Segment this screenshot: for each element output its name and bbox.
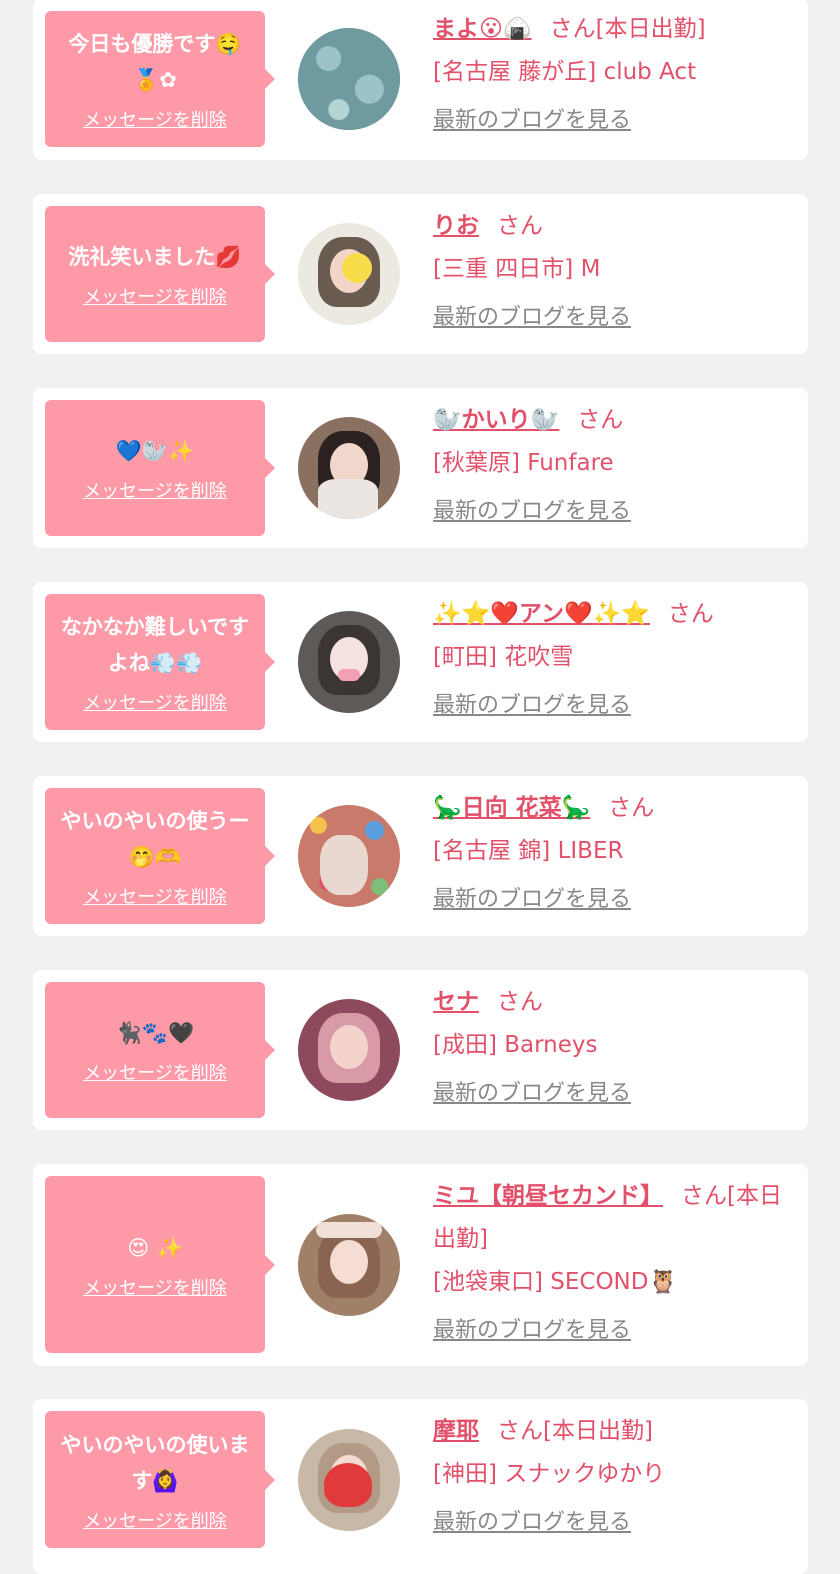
latest-blog-link[interactable]: 最新のブログを見る (433, 106, 631, 136)
cast-name-link[interactable]: ミユ【朝昼セカンド】 (433, 1183, 663, 1209)
latest-blog-link[interactable]: 最新のブログを見る (433, 1079, 631, 1109)
name-suffix: さん (608, 795, 655, 821)
shop-name: [名古屋 錦] LIBER (433, 838, 624, 864)
message-card: なかなか難しいですよね💨💨 メッセージを削除 ✨⭐❤️アン❤️✨⭐ さん [町田]… (33, 582, 808, 742)
cast-name-link[interactable]: まよ😮🍙 (433, 16, 532, 42)
message-card: 🐈‍⬛🐾🖤 メッセージを削除 セナ さん [成田] Barneys 最新のブログを… (33, 970, 808, 1130)
message-bubble: やいのやいの使います🙆‍♀️ メッセージを削除 (45, 1411, 275, 1548)
avatar[interactable] (298, 417, 400, 519)
latest-blog-link[interactable]: 最新のブログを見る (433, 1508, 631, 1538)
message-card: やいのやいの使うー🤭🫶 メッセージを削除 🦕日向 花菜🦕 さん [名古屋 錦] L… (33, 776, 808, 936)
message-text: 今日も優勝です🤤 🏅✿ (68, 32, 242, 92)
delete-message-link[interactable]: メッセージを削除 (83, 693, 227, 715)
latest-blog-link[interactable]: 最新のブログを見る (433, 1316, 631, 1346)
name-suffix: さん (577, 407, 624, 433)
message-text: 洗礼笑いました💋 (68, 245, 242, 269)
message-card: 洗礼笑いました💋 メッセージを削除 りお さん [三重 四日市] M 最新のブログ… (33, 194, 808, 354)
delete-message-link[interactable]: メッセージを削除 (83, 1278, 227, 1300)
message-card: やいのやいの使います🙆‍♀️ メッセージを削除 摩耶 さん[本日出勤] [神田] … (33, 1399, 808, 1574)
avatar[interactable] (298, 999, 400, 1101)
cast-name-link[interactable]: ✨⭐❤️アン❤️✨⭐ (433, 601, 650, 627)
message-bubble: 😍 ✨ メッセージを削除 (45, 1176, 275, 1353)
cast-name-link[interactable]: セナ (433, 989, 479, 1015)
profile-info: りお さん [三重 四日市] M 最新のブログを見る (433, 205, 798, 339)
shop-name: [神田] スナックゆかり (433, 1461, 666, 1487)
message-bubble: やいのやいの使うー🤭🫶 メッセージを削除 (45, 788, 275, 924)
delete-message-link[interactable]: メッセージを削除 (83, 1063, 227, 1085)
cast-name-link[interactable]: 摩耶 (433, 1418, 479, 1444)
delete-message-link[interactable]: メッセージを削除 (83, 887, 227, 909)
message-bubble: なかなか難しいですよね💨💨 メッセージを削除 (45, 594, 275, 730)
shop-name: [町田] 花吹雪 (433, 644, 574, 670)
delete-message-link[interactable]: メッセージを削除 (83, 110, 227, 132)
shop-name: [名古屋 藤が丘] club Act (433, 59, 697, 85)
message-bubble: 💙🦭✨ メッセージを削除 (45, 400, 275, 536)
message-bubble: 洗礼笑いました💋 メッセージを削除 (45, 206, 275, 342)
profile-info: ミユ【朝昼セカンド】 さん[本日出勤] [池袋東口] SECOND🦉 最新のブログ… (433, 1175, 798, 1352)
avatar[interactable] (298, 1429, 400, 1531)
delete-message-link[interactable]: メッセージを削除 (83, 481, 227, 503)
message-text: 😍 ✨ (127, 1235, 183, 1260)
name-suffix: さん (497, 989, 543, 1015)
message-text: なかなか難しいですよね💨💨 (60, 615, 250, 675)
delete-message-link[interactable]: メッセージを削除 (83, 1511, 227, 1533)
message-list: 今日も優勝です🤤 🏅✿ メッセージを削除 まよ😮🍙 さん[本日出勤] [名古屋 藤… (0, 0, 840, 1574)
avatar[interactable] (298, 1214, 400, 1316)
delete-message-link[interactable]: メッセージを削除 (83, 287, 227, 309)
shop-name: [三重 四日市] M (433, 256, 601, 282)
message-text: やいのやいの使います🙆‍♀️ (60, 1432, 250, 1493)
shop-name: [秋葉原] Funfare (433, 450, 614, 476)
profile-info: ✨⭐❤️アン❤️✨⭐ さん [町田] 花吹雪 最新のブログを見る (433, 593, 798, 727)
name-suffix: さん (667, 601, 714, 627)
avatar[interactable] (298, 223, 400, 325)
latest-blog-link[interactable]: 最新のブログを見る (433, 691, 631, 721)
avatar[interactable] (298, 28, 400, 130)
profile-info: セナ さん [成田] Barneys 最新のブログを見る (433, 981, 798, 1115)
name-suffix: さん (497, 213, 543, 239)
cast-name-link[interactable]: 🦭かいり🦭 (433, 407, 559, 433)
avatar[interactable] (298, 805, 400, 907)
cast-name-link[interactable]: 🦕日向 花菜🦕 (433, 795, 590, 821)
shop-name: [成田] Barneys (433, 1032, 598, 1058)
profile-info: 🦭かいり🦭 さん [秋葉原] Funfare 最新のブログを見る (433, 399, 798, 533)
latest-blog-link[interactable]: 最新のブログを見る (433, 885, 631, 915)
message-text: 🐈‍⬛🐾🖤 (115, 1021, 195, 1045)
shop-name: [池袋東口] SECOND🦉 (433, 1269, 678, 1295)
profile-info: 🦕日向 花菜🦕 さん [名古屋 錦] LIBER 最新のブログを見る (433, 787, 798, 921)
cast-name-link[interactable]: りお (433, 213, 479, 239)
latest-blog-link[interactable]: 最新のブログを見る (433, 303, 631, 333)
name-suffix: さん[本日出勤] (549, 16, 706, 42)
latest-blog-link[interactable]: 最新のブログを見る (433, 497, 631, 527)
message-text: やいのやいの使うー🤭🫶 (60, 809, 250, 869)
message-card: 💙🦭✨ メッセージを削除 🦭かいり🦭 さん [秋葉原] Funfare 最新のブロ… (33, 388, 808, 548)
name-suffix: さん[本日出勤] (497, 1418, 653, 1444)
message-text: 💙🦭✨ (115, 439, 195, 463)
message-card: 今日も優勝です🤤 🏅✿ メッセージを削除 まよ😮🍙 さん[本日出勤] [名古屋 藤… (33, 0, 808, 160)
profile-info: 摩耶 さん[本日出勤] [神田] スナックゆかり 最新のブログを見る (433, 1410, 798, 1544)
avatar[interactable] (298, 611, 400, 713)
profile-info: まよ😮🍙 さん[本日出勤] [名古屋 藤が丘] club Act 最新のブログを見… (433, 8, 798, 142)
message-card: 😍 ✨ メッセージを削除 ミユ【朝昼セカンド】 さん[本日出勤] [池袋東口] S… (33, 1164, 808, 1366)
message-bubble: 🐈‍⬛🐾🖤 メッセージを削除 (45, 982, 275, 1118)
message-bubble: 今日も優勝です🤤 🏅✿ メッセージを削除 (45, 11, 275, 147)
